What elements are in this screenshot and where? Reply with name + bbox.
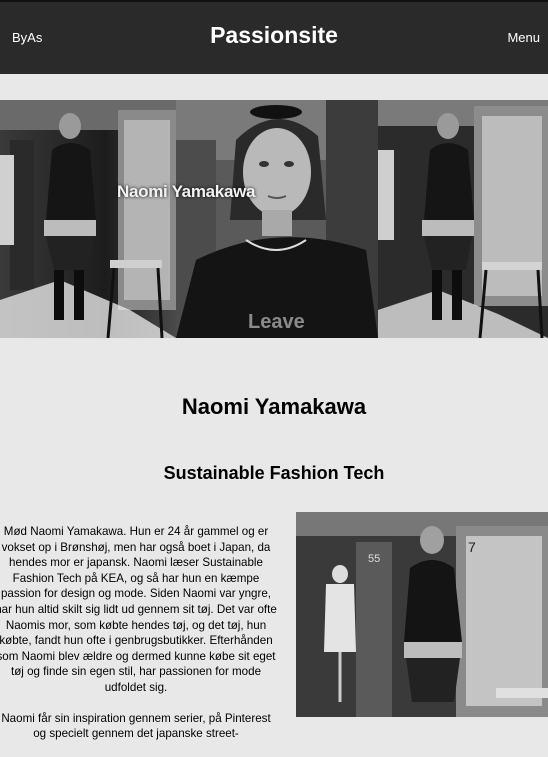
- hero-photo-right-image: [378, 100, 548, 338]
- bio-text: Mød Naomi Yamakawa. Hun er 24 år gammel …: [0, 524, 278, 757]
- hero-photo-center-image: Leave: [176, 100, 378, 338]
- site-title: Passionsite: [210, 22, 338, 48]
- svg-text:Leave: Leave: [248, 311, 305, 333]
- top-navigation-bar: ByAs Passionsite Menu: [0, 0, 548, 74]
- program-heading: Sustainable Fashion Tech: [163, 463, 385, 483]
- svg-text:55: 55: [368, 553, 380, 565]
- hero-banner: Leave Naomi Yamakawa: [0, 100, 548, 338]
- hero-photo-center: Leave: [176, 100, 378, 338]
- hero-overlay-name: Naomi Yamakawa: [117, 182, 256, 201]
- bio-paragraph: Naomi får sin inspiration gennem serier,…: [1, 711, 271, 741]
- portrait-photo: 55 7: [296, 512, 548, 717]
- svg-text:7: 7: [468, 539, 476, 555]
- hero-photo-right: [378, 100, 548, 338]
- hero-photo-left-image: [0, 100, 176, 338]
- portrait-photo-image: 55 7: [296, 512, 548, 717]
- person-name-heading: Naomi Yamakawa: [181, 394, 367, 419]
- hero-photo-left: [0, 100, 176, 338]
- bio-paragraph: Mød Naomi Yamakawa. Hun er 24 år gammel …: [0, 525, 277, 694]
- menu-button[interactable]: Menu: [507, 30, 540, 45]
